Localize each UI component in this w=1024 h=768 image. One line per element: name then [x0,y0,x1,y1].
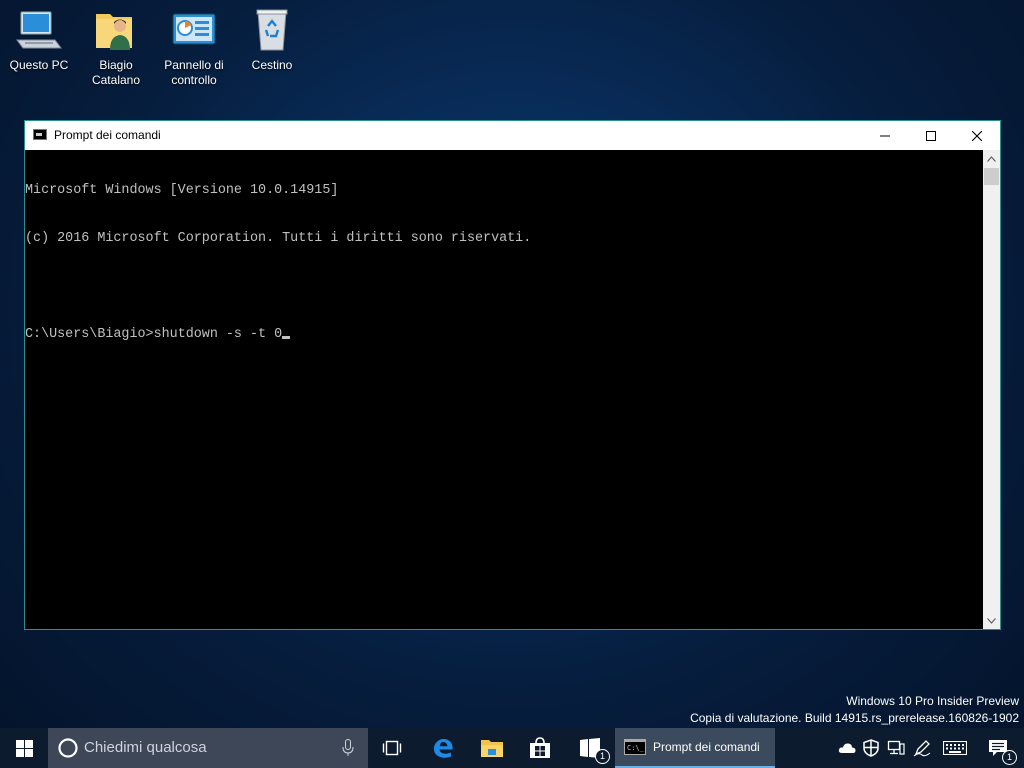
minimize-icon [880,135,890,136]
window-titlebar[interactable]: Prompt dei comandi [25,121,1000,150]
touch-keyboard-tray-button[interactable] [940,728,970,768]
console-line: (c) 2016 Microsoft Corporation. Tutti i … [25,231,532,246]
desktop-icon-label: controllo [171,73,217,87]
scroll-up-button[interactable] [983,150,1000,167]
svg-text:C:\_: C:\_ [627,744,645,752]
watermark-edition: Windows 10 Pro Insider Preview [846,694,1019,708]
edge-taskbar-button[interactable] [419,728,467,768]
cmd-app-icon [33,129,47,140]
edge-browser-icon [434,739,453,758]
close-button[interactable] [954,121,1000,150]
app-taskbar-button[interactable]: 1 [566,728,614,768]
onedrive-tray-button[interactable] [836,728,858,768]
microphone-icon[interactable] [342,739,354,757]
console-command-text: C:\Users\Biagio>shutdown -s -t 0 [25,327,283,342]
store-taskbar-button[interactable] [516,728,564,768]
task-view-button[interactable] [368,728,416,768]
console-output[interactable]: Microsoft Windows [Versione 10.0.14915] … [25,150,983,629]
text-cursor [282,336,291,339]
console-command-line[interactable]: C:\Users\Biagio>shutdown -s -t 0 [25,327,983,343]
network-tray-button[interactable] [884,728,908,768]
cortana-circle-icon [58,738,78,758]
maximize-button[interactable] [908,121,954,150]
start-button[interactable] [0,728,48,768]
minimize-button[interactable] [862,121,908,150]
desktop-icon-label: Catalano [91,73,141,87]
watermark-build: Copia di valutazione. Build 14915.rs_pre… [690,711,1019,725]
chevron-down-icon [987,617,996,624]
scrollbar-thumb[interactable] [984,168,999,185]
file-explorer-icon [481,740,503,757]
pen-tray-button[interactable] [910,728,934,768]
taskbar: Chiedimi qualcosa 1 C:\_ Prompt dei coma… [0,728,1024,768]
task-view-icon [382,740,402,756]
onedrive-cloud-icon [838,743,856,753]
desktop-icon-label: Questo PC [9,58,69,72]
desktop-icon-recycle-bin[interactable]: Cestino [234,6,310,73]
console-line: Microsoft Windows [Versione 10.0.14915] [25,183,339,198]
file-explorer-taskbar-button[interactable] [468,728,516,768]
network-icon [887,740,905,755]
maximize-icon [926,130,936,141]
desktop-icon-this-pc[interactable]: Questo PC [1,6,77,73]
store-bag-icon [530,737,550,758]
close-icon [972,130,982,141]
action-center-button[interactable]: 1 [978,728,1018,768]
windows-logo-icon [15,739,33,757]
cmd-taskbar-icon: C:\_ [624,739,646,755]
chevron-up-icon [987,155,996,162]
cortana-search-box[interactable]: Chiedimi qualcosa [48,728,368,768]
cmd-taskbar-label: Prompt dei comandi [653,740,760,754]
recycle-bin-icon [256,9,288,51]
desktop-icon-user-folder[interactable]: Biagio Catalano [78,6,154,88]
defender-tray-button[interactable] [860,728,882,768]
notification-badge: 1 [1002,750,1017,765]
desktop-icon-control-panel[interactable]: Pannello di controllo [156,6,232,88]
search-placeholder: Chiedimi qualcosa [84,739,207,756]
keyboard-icon [943,741,967,755]
vertical-scrollbar[interactable] [983,150,1000,629]
evaluation-watermark: Windows 10 Pro Insider Preview Copia di … [690,693,1019,727]
cmd-taskbar-button[interactable]: C:\_ Prompt dei comandi [615,728,775,768]
app-badge: 1 [595,749,610,764]
desktop-icon-label: Biagio [99,58,133,72]
scroll-down-button[interactable] [983,612,1000,629]
desktop-icon-label: Cestino [251,58,293,72]
command-prompt-window[interactable]: Prompt dei comandi Microsoft Windows [Ve… [24,120,1001,630]
shield-icon [863,739,879,757]
pen-icon [913,740,931,757]
computer-icon [16,11,62,49]
window-title: Prompt dei comandi [54,128,161,142]
control-panel-icon [172,13,216,45]
desktop-icon-label: Pannello di [164,58,224,72]
user-folder-icon [96,14,132,50]
